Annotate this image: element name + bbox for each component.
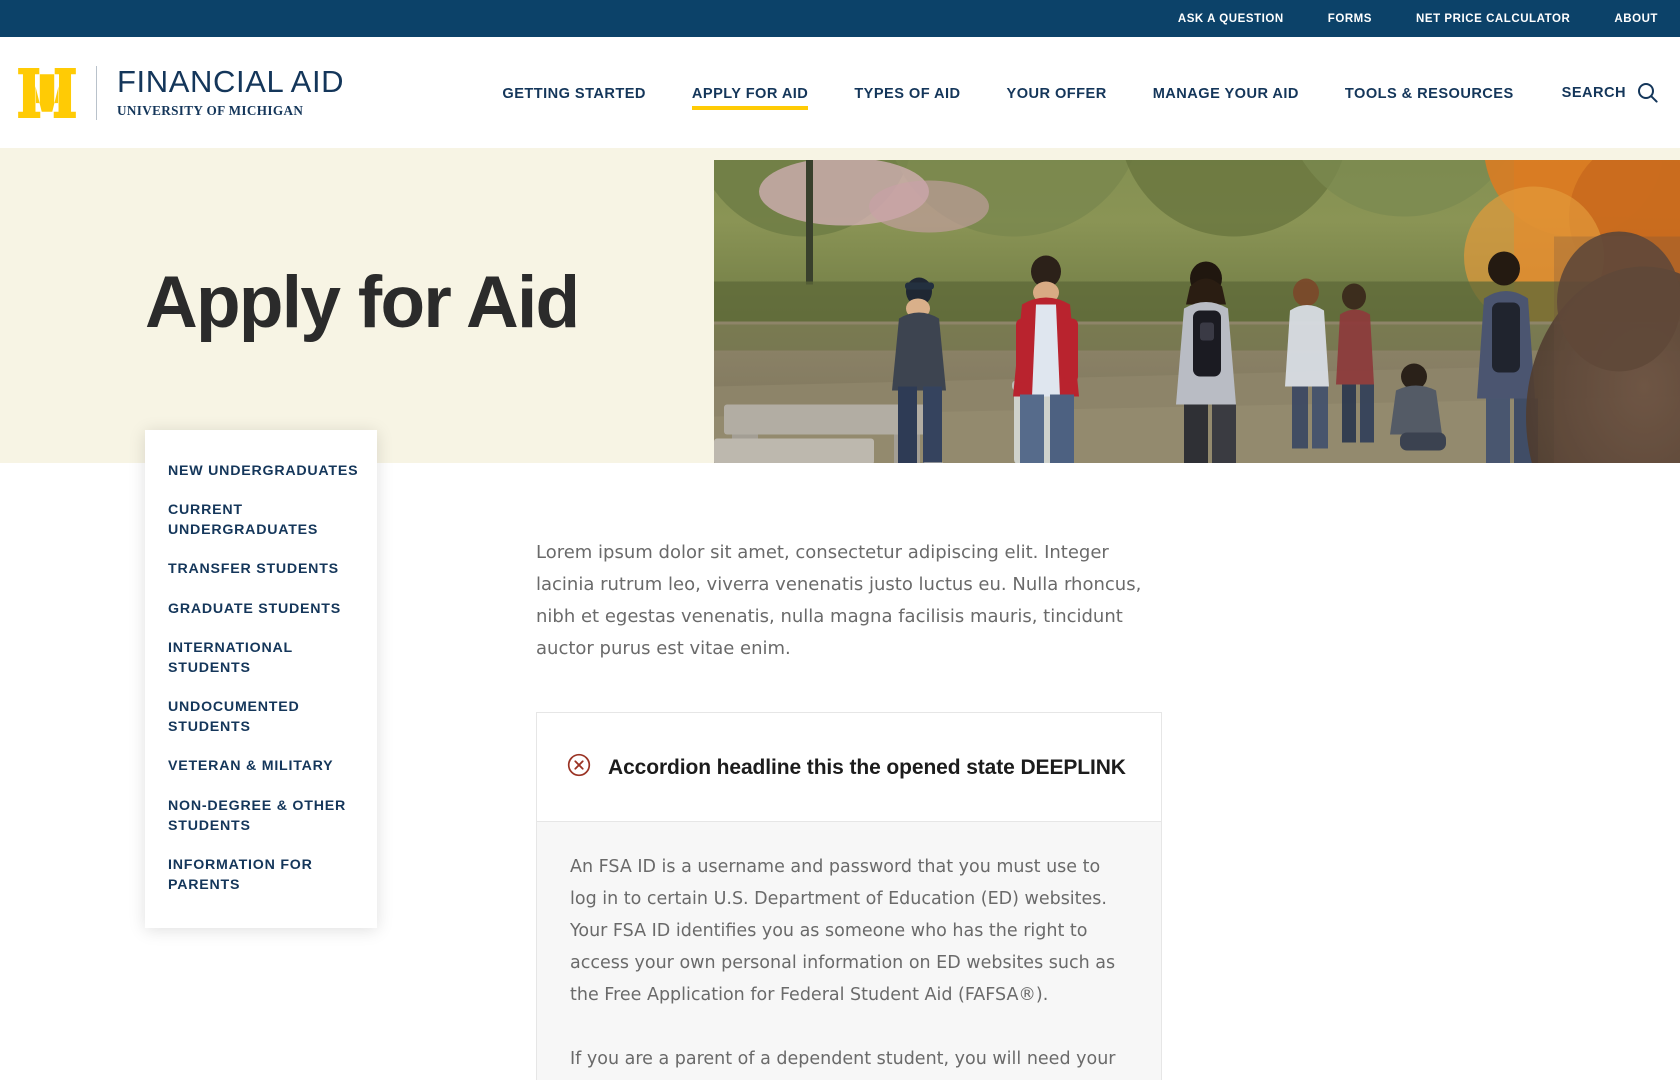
search-label: SEARCH [1561,84,1626,101]
logo-divider [96,65,97,120]
section-sidebar-nav: NEW UNDERGRADUATES CURRENT UNDERGRADUATE… [145,430,377,929]
nav-item-apply-for-aid[interactable]: APPLY FOR AID [691,56,809,130]
sidebar-item-veteran-and-military[interactable]: VETERAN & MILITARY [145,756,377,776]
sidebar-item-international-students[interactable]: INTERNATIONAL STUDENTS [145,638,377,678]
site-logo-link[interactable]: FINANCIAL AID UNIVERSITY OF MICHIGAN [18,64,345,120]
utility-link-ask-a-question[interactable]: ASK A QUESTION [1178,13,1284,25]
brand-title: FINANCIAL AID [117,64,345,100]
page-title: Apply for Aid [145,262,580,343]
sidebar-item-graduate-students[interactable]: GRADUATE STUDENTS [145,599,377,619]
site-header: FINANCIAL AID UNIVERSITY OF MICHIGAN GET… [0,37,1680,148]
nav-item-manage-your-aid[interactable]: MANAGE YOUR AID [1153,56,1299,130]
accordion-toggle-button[interactable]: Accordion headline this the opened state… [537,713,1161,823]
sidebar-item-non-degree-and-other-students[interactable]: NON-DEGREE & OTHER STUDENTS [145,796,377,836]
hero-banner: Apply for Aid [0,148,1680,463]
accordion-headline: Accordion headline this the opened state… [608,755,1126,779]
sidebar-item-information-for-parents[interactable]: INFORMATION FOR PARENTS [145,855,377,895]
brand-subtitle: UNIVERSITY OF MICHIGAN [117,102,304,118]
nav-item-your-offer[interactable]: YOUR OFFER [1007,56,1107,130]
accordion-paragraph-2: If you are a parent of a dependent stude… [570,1049,1116,1070]
accordion-paragraph-1: An FSA ID is a username and password tha… [570,857,1116,1005]
nav-item-getting-started[interactable]: GETTING STARTED [502,56,646,130]
sidebar-item-current-undergraduates[interactable]: CURRENT UNDERGRADUATES [145,500,377,540]
accordion-item: Accordion headline this the opened state… [536,712,1162,1080]
utility-link-forms[interactable]: FORMS [1328,13,1372,25]
hero-photo [714,160,1680,463]
michigan-block-m-icon [18,67,76,118]
utility-link-about[interactable]: ABOUT [1614,13,1658,25]
sidebar-item-new-undergraduates[interactable]: NEW UNDERGRADUATES [145,461,377,481]
utility-nav-bar: ASK A QUESTION FORMS NET PRICE CALCULATO… [0,0,1680,37]
circle-x-icon[interactable] [567,753,591,782]
search-icon [1637,82,1658,103]
sidebar-item-undocumented-students[interactable]: UNDOCUMENTED STUDENTS [145,697,377,737]
utility-link-net-price-calculator[interactable]: NET PRICE CALCULATOR [1416,13,1570,25]
nav-item-types-of-aid[interactable]: TYPES OF AID [854,56,960,130]
primary-navigation: GETTING STARTED APPLY FOR AID TYPES OF A… [502,37,1658,148]
accordion-panel: An FSA ID is a username and password tha… [537,822,1161,1080]
search-button[interactable]: SEARCH [1562,82,1658,103]
sidebar-item-transfer-students[interactable]: TRANSFER STUDENTS [145,559,377,579]
main-content: Lorem ipsum dolor sit amet, consectetur … [536,463,1162,1080]
page-body: NEW UNDERGRADUATES CURRENT UNDERGRADUATE… [0,430,1680,1080]
nav-item-tools-and-resources[interactable]: TOOLS & RESOURCES [1345,56,1514,130]
intro-paragraph: Lorem ipsum dolor sit amet, consectetur … [536,542,1142,660]
